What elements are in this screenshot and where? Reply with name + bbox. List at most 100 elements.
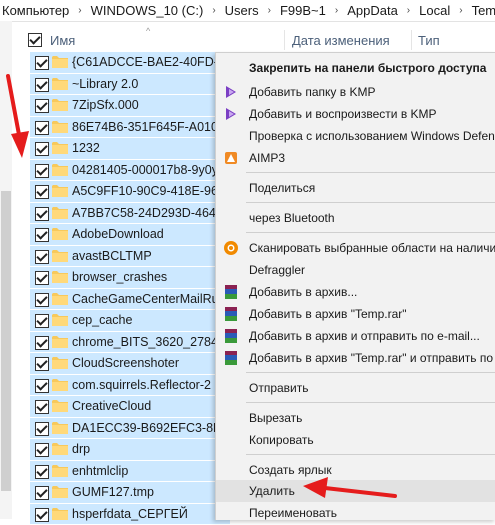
menu-item-rar-add[interactable]: Добавить в архив... <box>216 281 495 303</box>
column-header-type[interactable]: Тип <box>418 33 440 48</box>
table-row[interactable]: chrome_BITS_3620_27847 <box>30 332 230 354</box>
file-name: cep_cache <box>72 313 132 327</box>
select-all-checkbox[interactable] <box>28 33 42 47</box>
row-checkbox[interactable] <box>35 185 49 199</box>
menu-item-scan[interactable]: Сканировать выбранные области на наличие <box>216 237 495 259</box>
table-row[interactable]: hsperfdata_СЕРГЕЙ <box>30 504 230 525</box>
table-row[interactable]: enhtmlclip <box>30 461 230 483</box>
menu-item-bluetooth[interactable]: через Bluetooth <box>216 207 495 229</box>
menu-item-delete[interactable]: Удалить <box>216 480 495 502</box>
chevron-right-icon[interactable]: › <box>328 5 345 16</box>
chevron-right-icon[interactable]: › <box>400 5 417 16</box>
menu-item-share[interactable]: Поделиться <box>216 177 495 199</box>
row-checkbox[interactable] <box>35 56 49 70</box>
table-row[interactable]: 04281405-000017b8-9y0ygt <box>30 160 230 182</box>
menu-item-kmp-play[interactable]: Добавить и воспроизвести в KMP <box>216 103 495 125</box>
menu-item-kmp-add[interactable]: Добавить папку в KMP <box>216 81 495 103</box>
breadcrumb-item[interactable]: Компьютер <box>0 3 71 18</box>
menu-item-label: Переименовать <box>249 506 337 520</box>
chevron-right-icon[interactable]: › <box>71 5 88 16</box>
row-checkbox[interactable] <box>35 379 49 393</box>
table-row[interactable]: avastBCLTMP <box>30 246 230 268</box>
folder-icon <box>52 313 68 326</box>
file-name: GUMF127.tmp <box>72 485 154 499</box>
folder-icon <box>52 249 68 262</box>
row-checkbox[interactable] <box>35 99 49 113</box>
table-row[interactable]: 1232 <box>30 138 230 160</box>
column-header-name[interactable]: Имя <box>50 33 75 48</box>
navigation-pane-strip <box>0 21 12 519</box>
table-row[interactable]: A7BB7C58-24D293D-46475D <box>30 203 230 225</box>
table-row[interactable]: com.squirrels.Reflector-2 <box>30 375 230 397</box>
menu-item-rar-temp-email[interactable]: Добавить в архив "Temp.rar" и отправить … <box>216 347 495 369</box>
column-divider[interactable] <box>411 30 412 50</box>
file-name: drp <box>72 442 90 456</box>
breadcrumb-item[interactable]: WINDOWS_10 (C:) <box>89 3 206 18</box>
table-row[interactable]: 86E74B6-351F645F-A010E1D <box>30 117 230 139</box>
menu-item-label: Создать ярлык <box>249 463 332 477</box>
table-row[interactable]: GUMF127.tmp <box>30 482 230 504</box>
menu-item-defender-scan[interactable]: Проверка с использованием Windows Defend… <box>216 125 495 147</box>
row-checkbox[interactable] <box>35 314 49 328</box>
menu-item-rar-email[interactable]: Добавить в архив и отправить по e-mail..… <box>216 325 495 347</box>
row-checkbox[interactable] <box>35 142 49 156</box>
aimp-icon <box>223 150 239 166</box>
row-checkbox[interactable] <box>35 508 49 522</box>
row-checkbox[interactable] <box>35 164 49 178</box>
menu-item-label: Добавить в архив и отправить по e-mail..… <box>249 329 480 343</box>
row-checkbox[interactable] <box>35 293 49 307</box>
menu-item-cut[interactable]: Вырезать <box>216 407 495 429</box>
menu-item-send-to[interactable]: Отправить <box>216 377 495 399</box>
chevron-right-icon[interactable]: › <box>452 5 469 16</box>
row-checkbox[interactable] <box>35 465 49 479</box>
table-row[interactable]: CacheGameCenterMailRu <box>30 289 230 311</box>
table-row[interactable]: A5C9FF10-90C9-418E-9632- <box>30 181 230 203</box>
menu-item-copy[interactable]: Копировать <box>216 429 495 451</box>
file-name: hsperfdata_СЕРГЕЙ <box>72 507 188 521</box>
row-checkbox[interactable] <box>35 400 49 414</box>
row-checkbox[interactable] <box>35 357 49 371</box>
row-checkbox[interactable] <box>35 422 49 436</box>
menu-item-create-shortcut[interactable]: Создать ярлык <box>216 459 495 481</box>
scrollbar-thumb[interactable] <box>1 191 11 491</box>
table-row[interactable]: CloudScreenshoter <box>30 353 230 375</box>
file-name: CreativeCloud <box>72 399 151 413</box>
menu-item-pin-quick-access[interactable]: Закрепить на панели быстрого доступа <box>216 57 495 79</box>
breadcrumb-item[interactable]: Users <box>223 3 261 18</box>
menu-item-aimp[interactable]: AIMP3 <box>216 147 495 169</box>
table-row[interactable]: DA1ECC39-B692EFC3-8B43 <box>30 418 230 440</box>
menu-item-rename[interactable]: Переименовать <box>216 502 495 520</box>
column-divider[interactable] <box>284 30 285 50</box>
chevron-right-icon[interactable]: › <box>205 5 222 16</box>
column-header-date[interactable]: Дата изменения <box>292 33 390 48</box>
row-checkbox[interactable] <box>35 336 49 350</box>
row-checkbox[interactable] <box>35 207 49 221</box>
menu-separator <box>246 372 495 373</box>
table-row[interactable]: drp <box>30 439 230 461</box>
table-row[interactable]: browser_crashes <box>30 267 230 289</box>
row-checkbox[interactable] <box>35 78 49 92</box>
file-name: 7ZipSfx.000 <box>72 98 139 112</box>
table-row[interactable]: CreativeCloud <box>30 396 230 418</box>
chevron-right-icon[interactable]: › <box>261 5 278 16</box>
table-row[interactable]: {C61ADCCE-BAE2-40FD-A0 <box>30 52 230 74</box>
table-row[interactable]: 7ZipSfx.000 <box>30 95 230 117</box>
breadcrumb-item[interactable]: Temp <box>470 3 495 18</box>
menu-item-rar-add-temp[interactable]: Добавить в архив "Temp.rar" <box>216 303 495 325</box>
folder-icon <box>52 77 68 90</box>
table-row[interactable]: ~Library 2.0 <box>30 74 230 96</box>
file-name: chrome_BITS_3620_27847 <box>72 335 225 349</box>
menu-item-defraggler[interactable]: Defraggler <box>216 259 495 281</box>
row-checkbox[interactable] <box>35 443 49 457</box>
row-checkbox[interactable] <box>35 271 49 285</box>
breadcrumb-item[interactable]: F99B~1 <box>278 3 328 18</box>
file-name: browser_crashes <box>72 270 167 284</box>
row-checkbox[interactable] <box>35 228 49 242</box>
row-checkbox[interactable] <box>35 486 49 500</box>
breadcrumb-item[interactable]: AppData <box>345 3 400 18</box>
row-checkbox[interactable] <box>35 250 49 264</box>
table-row[interactable]: AdobeDownload <box>30 224 230 246</box>
row-checkbox[interactable] <box>35 121 49 135</box>
table-row[interactable]: cep_cache <box>30 310 230 332</box>
breadcrumb-item[interactable]: Local <box>417 3 452 18</box>
